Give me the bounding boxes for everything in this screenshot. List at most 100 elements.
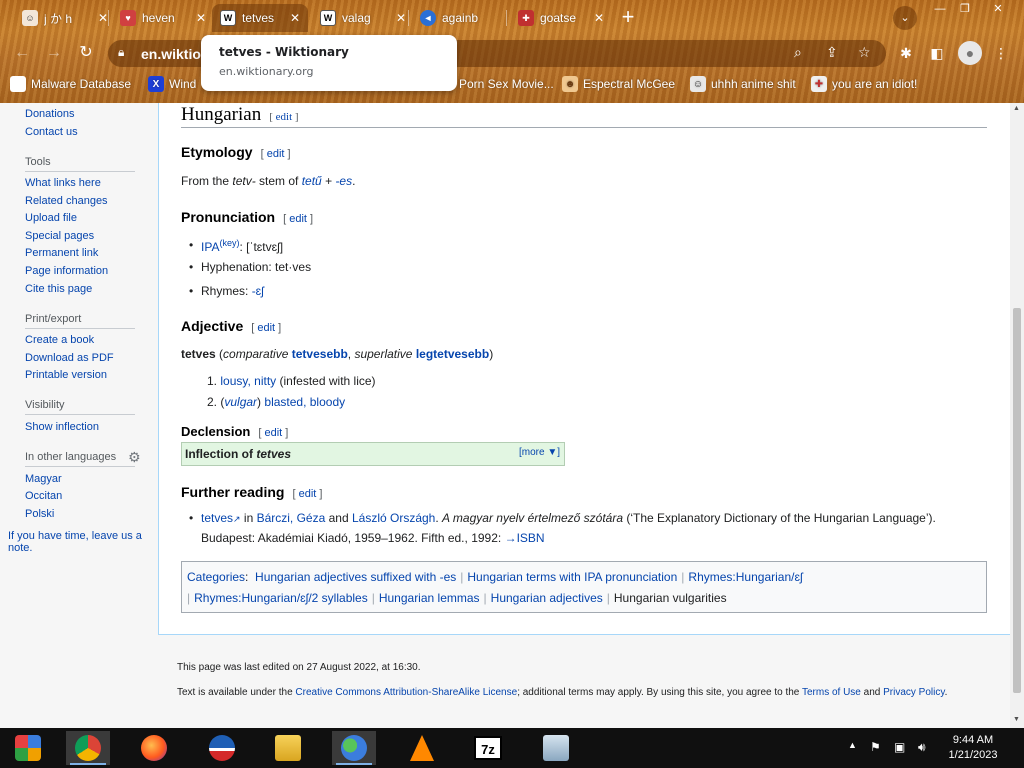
- rhymes-link[interactable]: -ɛʃ: [252, 284, 264, 298]
- bookmark-anime[interactable]: ☺ uhhh anime shit: [690, 75, 796, 93]
- share-icon[interactable]: ⇪: [826, 44, 838, 61]
- system-clock[interactable]: 9:44 AM 1/21/2023: [940, 733, 1006, 763]
- bookmark-wind[interactable]: X Wind: [148, 75, 196, 93]
- tab-6[interactable]: ✚ goatse ✕: [510, 4, 612, 32]
- extensions-icon[interactable]: ✱: [895, 42, 917, 64]
- root-link[interactable]: tetű: [302, 174, 322, 188]
- tab-5[interactable]: ◄ againb: [412, 4, 496, 32]
- scroll-up-icon[interactable]: ▲: [1013, 105, 1020, 112]
- scrollbar-thumb[interactable]: [1013, 308, 1021, 693]
- minimize-button[interactable]: —: [926, 0, 954, 18]
- ipa-key-link[interactable]: (key): [219, 238, 239, 248]
- edit-link[interactable]: edit: [276, 111, 293, 123]
- sidebar-item-special-pages[interactable]: Special pages: [25, 230, 94, 242]
- forward-button[interactable]: →: [42, 41, 66, 65]
- bookmark-idiot[interactable]: ✚ you are an idiot!: [811, 75, 917, 93]
- back-button[interactable]: ←: [10, 41, 34, 65]
- tab-4[interactable]: W valag ✕: [312, 4, 414, 32]
- terms-link[interactable]: Terms of Use: [802, 687, 861, 698]
- tab-1[interactable]: ☺ j か h ✕: [14, 4, 116, 32]
- tab-search-button[interactable]: ⌄: [893, 6, 917, 30]
- external-link[interactable]: tetves: [201, 511, 233, 525]
- edit-link[interactable]: edit: [289, 213, 307, 225]
- scroll-down-icon[interactable]: ▼: [1013, 716, 1020, 723]
- taskbar-file-explorer[interactable]: [266, 731, 310, 765]
- inflection-table-header[interactable]: Inflection of tetves [more ▼]: [181, 442, 565, 466]
- close-icon[interactable]: ✕: [594, 11, 604, 25]
- bookmark-malware-database[interactable]: Malware Database: [10, 75, 131, 93]
- edit-link[interactable]: edit: [299, 488, 317, 500]
- category-link[interactable]: Hungarian adjectives: [491, 591, 603, 605]
- sidebar-item-cite-this-page[interactable]: Cite this page: [25, 283, 92, 295]
- taskbar-7zip[interactable]: 7z: [466, 731, 510, 765]
- zoom-icon[interactable]: ⌕: [794, 44, 802, 61]
- bookmark-espectral-mcgee[interactable]: ☻ Espectral McGee: [562, 75, 675, 93]
- close-icon[interactable]: ✕: [196, 11, 206, 25]
- edit-link[interactable]: edit: [264, 427, 282, 439]
- volume-icon[interactable]: 🔊︎: [918, 740, 926, 755]
- tab-3-active[interactable]: W tetves ✕: [212, 4, 308, 32]
- sidebar-item-page-information[interactable]: Page information: [25, 265, 108, 277]
- category-link[interactable]: Hungarian terms with IPA pronunciation: [467, 570, 677, 584]
- gear-icon[interactable]: ⚙: [128, 449, 141, 466]
- sense-links[interactable]: blasted, bloody: [264, 395, 345, 409]
- superlative-link[interactable]: legtetvesebb: [416, 347, 489, 361]
- close-icon[interactable]: ✕: [290, 11, 300, 25]
- reload-button[interactable]: ↻: [74, 41, 98, 65]
- category-link[interactable]: Rhymes:Hungarian/ɛʃ/2 syllables: [194, 591, 368, 605]
- sidebar-item-contact[interactable]: Contact us: [25, 126, 78, 138]
- lock-icon[interactable]: 🔒︎: [118, 45, 124, 60]
- sidebar-item-related-changes[interactable]: Related changes: [25, 195, 108, 207]
- license-link[interactable]: Creative Commons Attribution-ShareAlike …: [295, 687, 517, 698]
- category-link[interactable]: Hungarian lemmas: [379, 591, 480, 605]
- comparative-link[interactable]: tetvesebb: [292, 347, 348, 361]
- start-button[interactable]: [6, 731, 50, 765]
- profile-avatar[interactable]: ●: [958, 41, 982, 65]
- restore-button[interactable]: ❐: [951, 0, 979, 18]
- sidebar-item-upload-file[interactable]: Upload file: [25, 212, 77, 224]
- suffix-link[interactable]: -es: [335, 174, 352, 188]
- flag-icon[interactable]: ⚑: [870, 740, 881, 754]
- taskbar-firefox[interactable]: [132, 731, 176, 765]
- taskbar-chrome[interactable]: [66, 731, 110, 765]
- sidebar-note-link[interactable]: If you have time, leave us a note.: [8, 530, 156, 554]
- close-icon[interactable]: ✕: [98, 11, 108, 25]
- category-link[interactable]: Rhymes:Hungarian/ɛʃ: [688, 570, 802, 584]
- menu-icon[interactable]: ⋮: [990, 42, 1012, 64]
- author-link-orszagh[interactable]: László Országh: [352, 511, 435, 525]
- taskbar-vlc[interactable]: [400, 731, 444, 765]
- author-link-barczi[interactable]: Bárczi, Géza: [257, 511, 326, 525]
- new-tab-button[interactable]: +: [616, 6, 640, 30]
- close-window-button[interactable]: ✕: [984, 0, 1012, 18]
- ipa-link[interactable]: IPA: [201, 240, 219, 254]
- network-icon[interactable]: ▣: [894, 740, 905, 754]
- sidebar-item-occitan[interactable]: Occitan: [25, 490, 62, 502]
- tray-chevron-icon[interactable]: ▲: [848, 740, 857, 750]
- isbn-link[interactable]: →ISBN: [505, 531, 545, 545]
- taskbar-messenger[interactable]: [332, 731, 376, 765]
- side-panel-icon[interactable]: ◧: [926, 42, 948, 64]
- sidebar-item-magyar[interactable]: Magyar: [25, 473, 62, 485]
- tab-2[interactable]: ♥ heven ✕: [112, 4, 214, 32]
- sidebar-item-what-links-here[interactable]: What links here: [25, 177, 101, 189]
- sidebar-item-printable-version[interactable]: Printable version: [25, 369, 107, 381]
- vulgar-tag-link[interactable]: vulgar: [224, 395, 257, 409]
- sidebar-item-polski[interactable]: Polski: [25, 508, 54, 520]
- taskbar-task-manager[interactable]: [534, 731, 578, 765]
- sidebar-item-permanent-link[interactable]: Permanent link: [25, 247, 98, 259]
- sense-links[interactable]: lousy, nitty: [220, 374, 276, 388]
- sidebar-item-download-pdf[interactable]: Download as PDF: [25, 352, 114, 364]
- privacy-link[interactable]: Privacy Policy: [883, 687, 945, 698]
- category-link[interactable]: Hungarian adjectives suffixed with -es: [255, 570, 456, 584]
- edit-link[interactable]: edit: [267, 148, 285, 160]
- categories-label[interactable]: Categories: [187, 570, 245, 584]
- page-scrollbar[interactable]: ▲ ▼: [1010, 103, 1024, 728]
- more-toggle[interactable]: [more ▼]: [519, 447, 560, 458]
- edit-link[interactable]: edit: [257, 322, 275, 334]
- sidebar-item-create-book[interactable]: Create a book: [25, 334, 94, 346]
- close-icon[interactable]: ✕: [396, 11, 406, 25]
- taskbar-obama[interactable]: [200, 731, 244, 765]
- bookmark-porn-sex-movie[interactable]: Porn Sex Movie...: [459, 75, 554, 93]
- star-icon[interactable]: ☆: [858, 44, 871, 61]
- sidebar-item-donations[interactable]: Donations: [25, 108, 75, 120]
